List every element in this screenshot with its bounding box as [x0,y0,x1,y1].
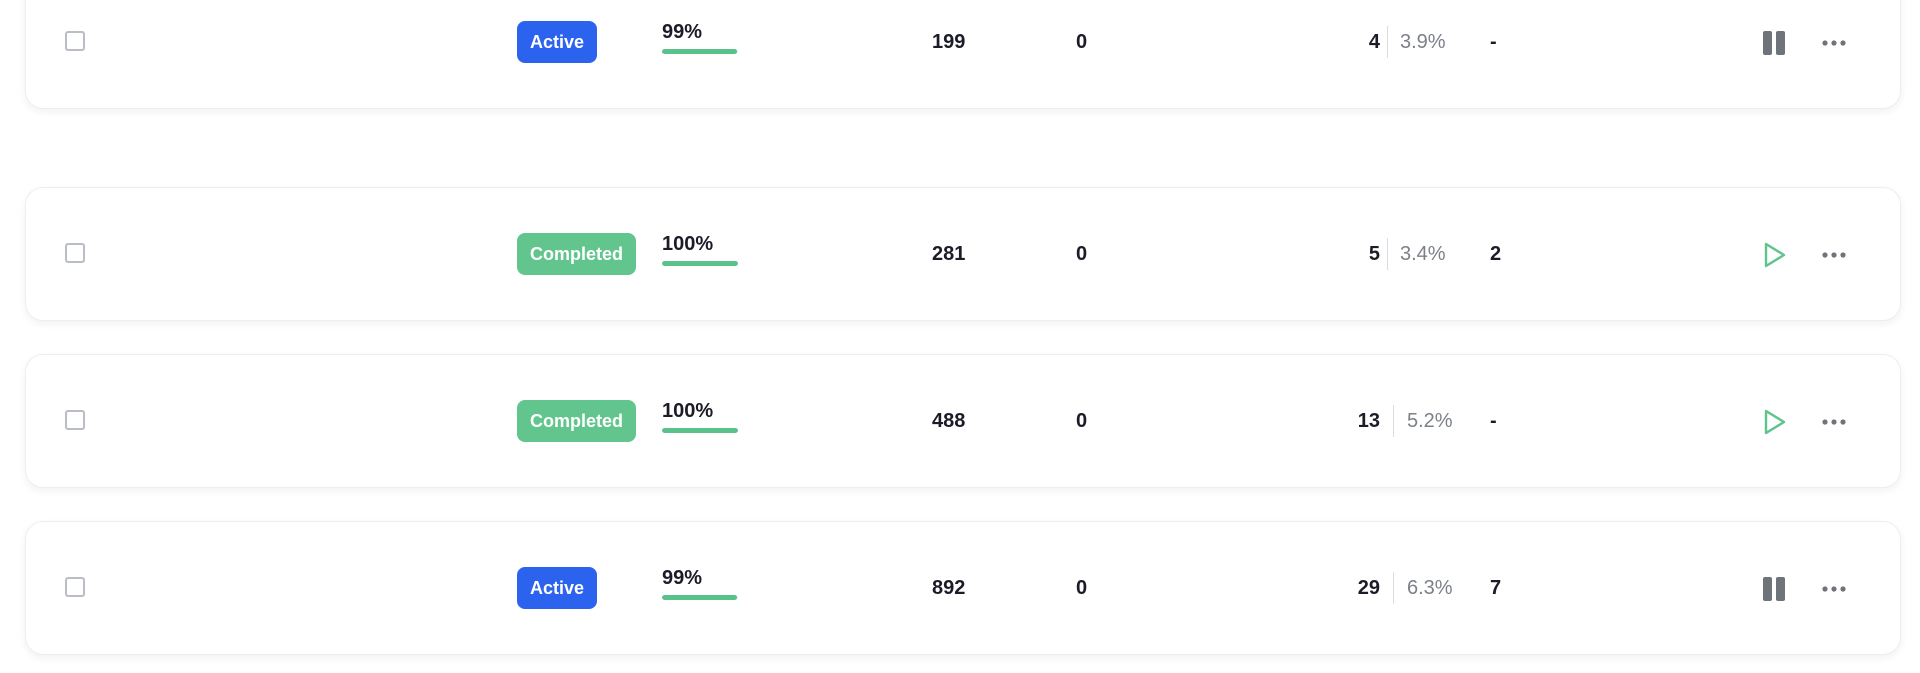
play-button[interactable] [1759,240,1789,270]
progress-label: 99% [662,21,703,43]
more-icon [1822,252,1846,258]
stat-percent: 3.9% [1400,31,1446,53]
more-button[interactable] [1819,407,1849,437]
more-button[interactable] [1819,240,1849,270]
stat-percent: 5.2% [1407,410,1453,432]
extra-value: - [1490,410,1497,432]
table-row: Active 99% 892 0 29 6.3% 7 [25,521,1901,655]
more-icon [1822,419,1846,425]
pause-button[interactable] [1759,574,1789,604]
pause-icon [1763,31,1785,55]
stat-count: 4 [1368,31,1380,53]
divider [1387,238,1388,270]
sent-count: 892 [932,577,966,599]
progress-bar-fill [662,261,738,266]
table-row: Completed 100% 488 0 13 5.2% - [25,354,1901,488]
row-checkbox[interactable] [65,577,85,597]
play-button[interactable] [1759,407,1789,437]
progress-bar-fill [662,428,738,433]
progress-label: 100% [662,400,714,422]
row-checkbox[interactable] [65,410,85,430]
stat-count: 29 [1357,577,1380,599]
stat-percent: 6.3% [1407,577,1453,599]
divider [1387,26,1388,58]
divider [1393,405,1394,437]
sent-count: 281 [932,243,966,265]
table-row: Active 99% 199 0 4 3.9% - [25,0,1901,109]
progress: 100% [662,233,738,266]
stat-count: 13 [1357,410,1380,432]
zero-count: 0 [1076,577,1088,599]
progress-label: 99% [662,567,703,589]
sent-count: 488 [932,410,966,432]
status-badge: Active [517,567,598,609]
progress-bar [662,428,738,433]
zero-count: 0 [1076,410,1088,432]
stat-percent: 3.4% [1400,243,1446,265]
divider [1393,572,1394,604]
more-button[interactable] [1819,28,1849,58]
stat-count: 5 [1368,243,1380,265]
progress-bar [662,261,738,266]
row-checkbox[interactable] [65,31,85,51]
more-button[interactable] [1819,574,1849,604]
pause-button[interactable] [1759,28,1789,58]
progress: 100% [662,400,738,433]
pause-icon [1763,577,1785,601]
status-badge: Active [517,21,598,63]
status-badge: Completed [517,233,637,275]
play-icon [1764,242,1786,268]
extra-value: 7 [1490,577,1502,599]
status-badge: Completed [517,400,637,442]
row-checkbox[interactable] [65,243,85,263]
more-icon [1822,586,1846,592]
progress-bar [662,595,738,600]
table-row: Completed 100% 281 0 5 3.4% 2 [25,187,1901,321]
progress-bar [662,49,738,54]
zero-count: 0 [1076,243,1088,265]
more-icon [1822,40,1846,46]
extra-value: 2 [1490,243,1502,265]
zero-count: 0 [1076,31,1088,53]
play-icon [1764,409,1786,435]
extra-value: - [1490,31,1497,53]
progress-bar-fill [662,595,738,600]
progress-bar-fill [662,49,738,54]
sent-count: 199 [932,31,966,53]
progress-label: 100% [662,233,714,255]
progress: 99% [662,567,738,600]
progress: 99% [662,21,738,54]
